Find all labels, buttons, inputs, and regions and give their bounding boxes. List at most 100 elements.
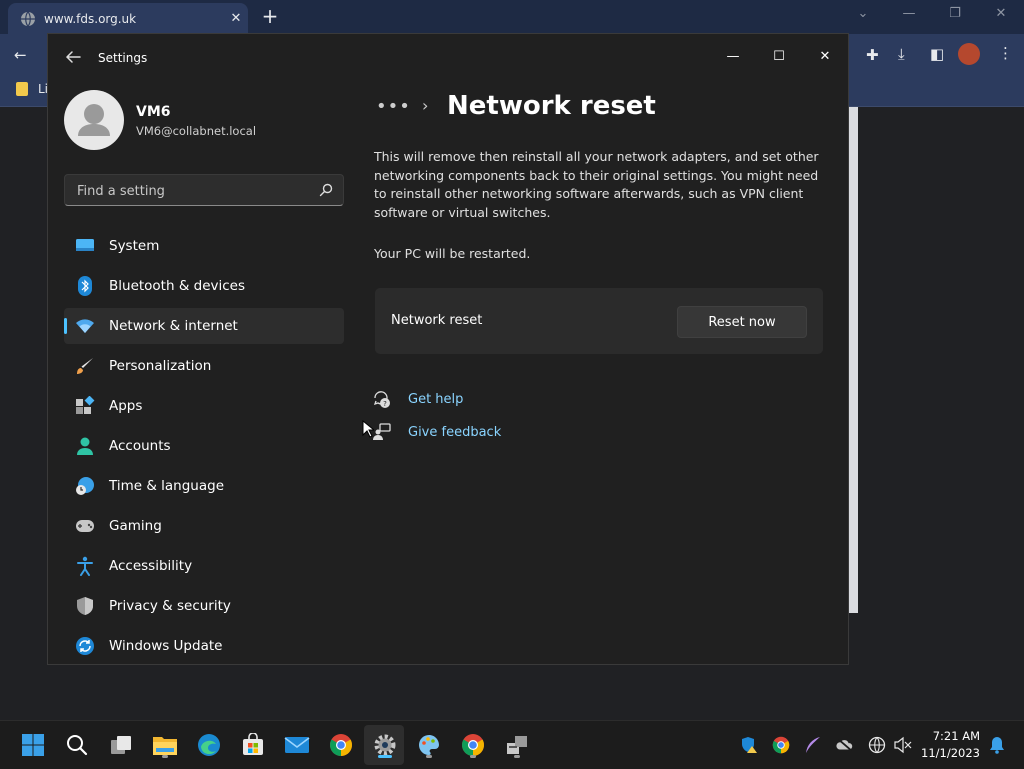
active-indicator — [378, 755, 392, 758]
browser-tab-title: www.fds.org.uk — [44, 11, 137, 26]
task-view-button[interactable] — [106, 730, 136, 760]
server-icon — [507, 736, 527, 754]
paint-button[interactable] — [414, 730, 444, 760]
store-button[interactable] — [238, 730, 268, 760]
browser-minimize-button[interactable]: — — [894, 6, 924, 21]
shield-icon — [75, 596, 95, 616]
notification-bell-icon[interactable] — [988, 736, 1006, 754]
windows-logo-icon — [22, 734, 44, 756]
sidebar-item-apps[interactable]: Apps — [64, 388, 344, 424]
chrome-icon — [462, 734, 484, 756]
profile-avatar-icon[interactable] — [958, 43, 980, 65]
browser-tab[interactable]: www.fds.org.uk ✕ — [8, 3, 248, 34]
browser-close-button[interactable]: ✕ — [986, 6, 1016, 21]
give-feedback-label: Give feedback — [408, 424, 502, 440]
chrome-tray-icon[interactable] — [772, 736, 790, 754]
sidebar-item-label: Accounts — [109, 438, 171, 454]
description-text: This will remove then reinstall all your… — [374, 149, 819, 220]
browser-tabstrip: www.fds.org.uk ✕ + ⌄ — ❐ ✕ — [0, 0, 1024, 34]
breadcrumb-more-button[interactable]: ••• — [376, 96, 411, 117]
search-box[interactable] — [64, 174, 344, 207]
taskbar: 7:21 AM 11/1/2023 — [0, 720, 1024, 769]
restart-note: Your PC will be restarted. — [374, 246, 531, 261]
browser-restore-button[interactable]: ❐ — [940, 6, 970, 21]
minimize-button[interactable]: — — [710, 42, 756, 72]
update-icon — [75, 636, 95, 656]
file-explorer-button[interactable] — [150, 730, 180, 760]
page-title: Network reset — [447, 91, 656, 121]
browser-back-icon[interactable]: ← — [14, 46, 27, 64]
back-arrow-icon[interactable] — [64, 48, 82, 66]
clock-time[interactable]: 7:21 AM — [900, 729, 980, 743]
sidebar-item-network[interactable]: Network & internet — [64, 308, 344, 344]
feedback-icon — [373, 423, 391, 440]
edge-button[interactable] — [194, 730, 224, 760]
settings-taskbar-button[interactable] — [370, 730, 400, 760]
running-indicator — [514, 755, 520, 758]
sidebar-item-label: Network & internet — [109, 318, 238, 334]
svg-text:?: ? — [383, 400, 387, 408]
sidebar-item-windows-update[interactable]: Windows Update — [64, 628, 344, 664]
sidebar-item-system[interactable]: System — [64, 228, 344, 264]
sidebar-item-label: Windows Update — [109, 638, 223, 654]
avatar[interactable] — [64, 90, 124, 150]
chevron-right-icon: › — [422, 96, 429, 115]
running-indicator — [470, 755, 476, 758]
clock-date[interactable]: 11/1/2023 — [900, 746, 980, 760]
give-feedback-link[interactable]: Give feedback — [372, 422, 501, 442]
bluetooth-icon — [75, 276, 95, 296]
feather-icon[interactable] — [804, 736, 822, 754]
browser-menu-icon[interactable]: ⋮ — [998, 44, 1013, 62]
search-input[interactable] — [75, 175, 319, 207]
close-tab-icon[interactable]: ✕ — [224, 11, 248, 26]
title-bar: Settings — ☐ ✕ — [48, 34, 848, 80]
gear-icon — [374, 734, 396, 756]
app-title: Settings — [98, 51, 148, 65]
search-icon[interactable] — [319, 183, 333, 197]
sidebar-item-accounts[interactable]: Accounts — [64, 428, 344, 464]
mail-icon — [284, 737, 310, 753]
close-button[interactable]: ✕ — [802, 42, 848, 72]
maximize-button[interactable]: ☐ — [756, 42, 802, 72]
profile-name: VM6 — [136, 104, 171, 120]
sidebar-item-label: Personalization — [109, 358, 212, 374]
onedrive-offline-icon[interactable] — [836, 736, 854, 754]
extensions-icon[interactable]: ✚ — [866, 46, 879, 64]
bookmark-folder-icon[interactable] — [16, 82, 28, 96]
taskbar-search-button[interactable] — [62, 730, 92, 760]
sidebar-item-accessibility[interactable]: Accessibility — [64, 548, 344, 584]
tab-search-icon[interactable]: ⌄ — [848, 6, 878, 21]
running-indicator — [426, 755, 432, 758]
network-globe-icon[interactable] — [868, 736, 886, 754]
sidebar-item-privacy[interactable]: Privacy & security — [64, 588, 344, 624]
download-icon[interactable]: ⤓ — [898, 45, 905, 63]
sidebar-item-label: Privacy & security — [109, 598, 231, 614]
sidebar-item-time-language[interactable]: Time & language — [64, 468, 344, 504]
browser-scrollbar[interactable] — [848, 107, 858, 613]
palette-icon — [419, 735, 439, 755]
start-button[interactable] — [18, 730, 48, 760]
get-help-label: Get help — [408, 391, 464, 407]
new-tab-button[interactable]: + — [259, 6, 281, 28]
sidebar-item-label: Bluetooth & devices — [109, 278, 246, 294]
mouse-cursor-icon — [362, 420, 374, 438]
network-app-button[interactable] — [502, 730, 532, 760]
running-indicator — [162, 755, 168, 758]
sidebar-item-gaming[interactable]: Gaming — [64, 508, 344, 544]
time-language-icon — [75, 476, 95, 496]
profile-email: VM6@collabnet.local — [136, 124, 257, 138]
user-silhouette-icon — [78, 104, 110, 136]
mail-button[interactable] — [282, 730, 312, 760]
sidebar-item-label: Apps — [109, 398, 143, 414]
side-panel-icon[interactable]: ◧ — [930, 45, 944, 63]
sidebar-item-bluetooth[interactable]: Bluetooth & devices — [64, 268, 344, 304]
edge-icon — [198, 734, 220, 756]
sidebar-item-personalization[interactable]: Personalization — [64, 348, 344, 384]
reset-now-button[interactable]: Reset now — [677, 306, 807, 338]
defender-warning-icon[interactable] — [740, 736, 758, 754]
get-help-icon: ? — [373, 391, 390, 408]
get-help-link[interactable]: ? Get help — [372, 389, 463, 409]
chrome-window-button[interactable] — [458, 730, 488, 760]
chrome-button[interactable] — [326, 730, 356, 760]
sidebar-item-label: Gaming — [109, 518, 162, 534]
